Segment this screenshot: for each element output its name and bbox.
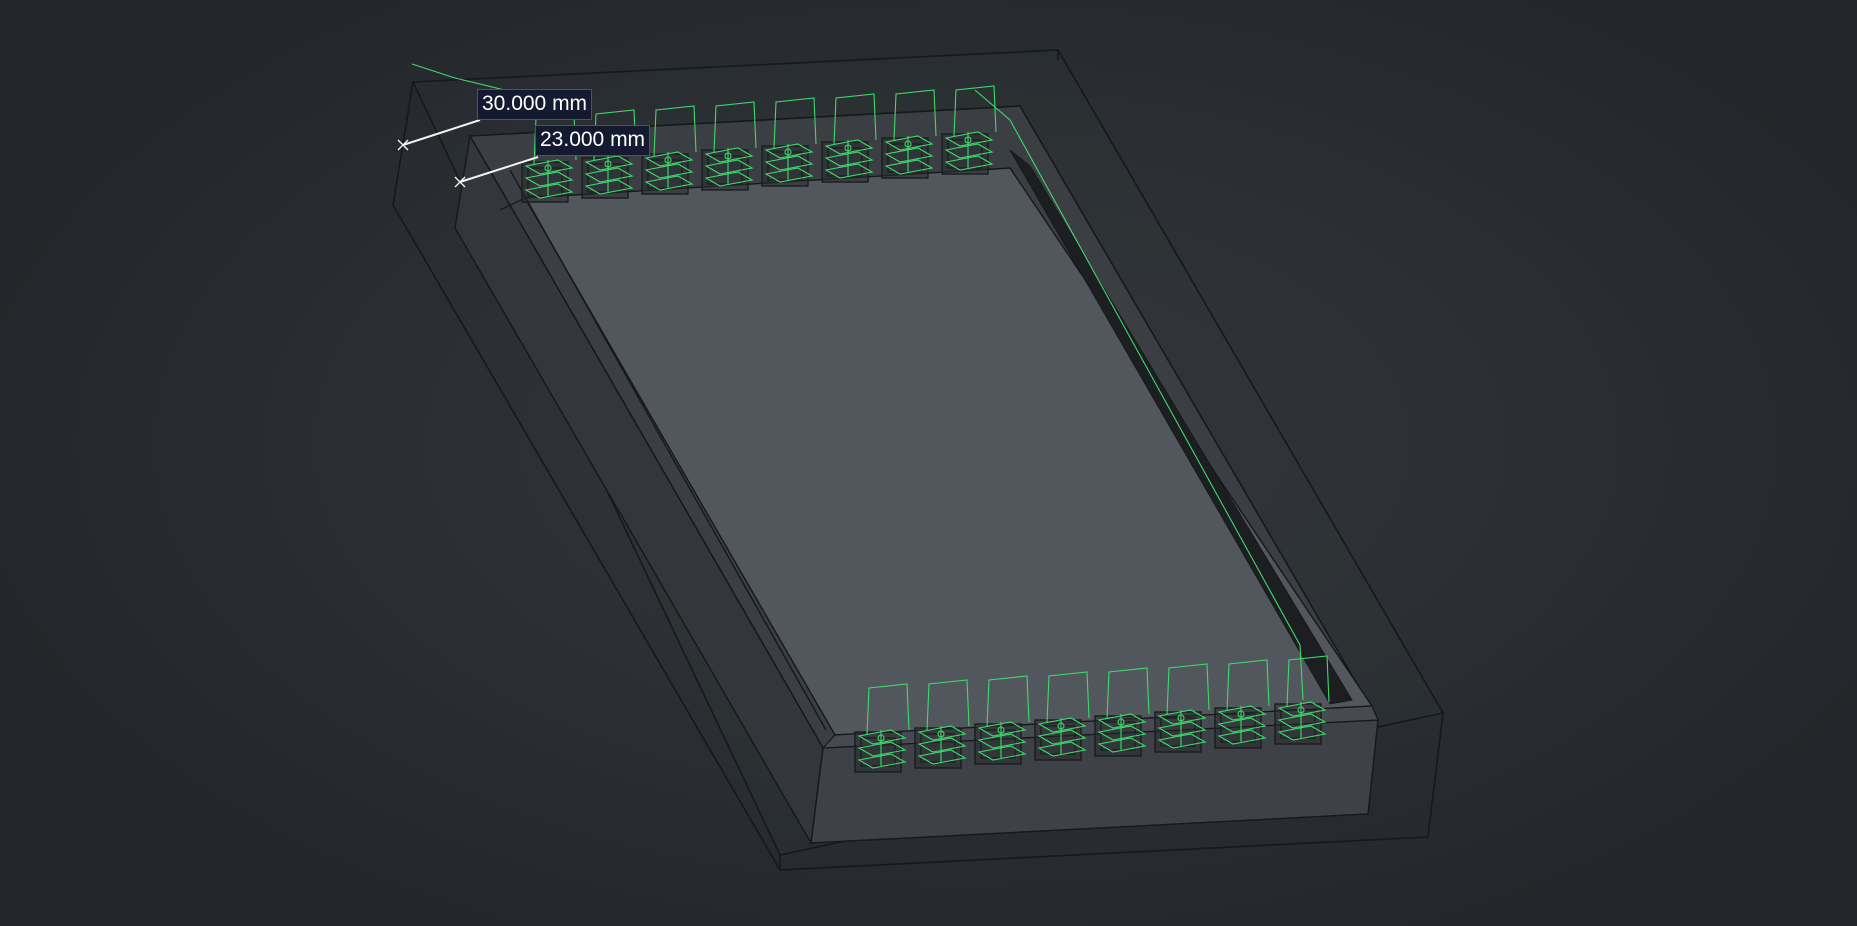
dimension-label-length[interactable]: 23.000 mm [535,125,651,156]
3d-viewport[interactable]: 30.000 mm 23.000 mm [0,0,1857,926]
chip-socket-model[interactable] [0,0,1857,926]
dimension-label-width[interactable]: 30.000 mm [477,89,593,120]
